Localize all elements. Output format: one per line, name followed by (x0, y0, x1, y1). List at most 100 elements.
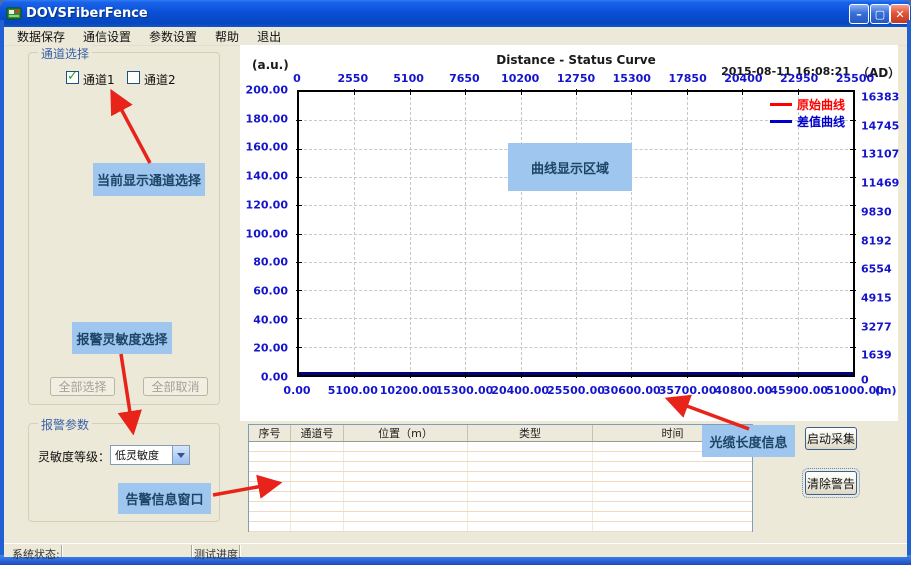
table-row[interactable] (249, 442, 752, 452)
tick-mark (354, 89, 355, 95)
left-axis-tick: 120.00 (246, 198, 288, 211)
table-row[interactable] (249, 502, 752, 512)
minimize-button[interactable]: – (849, 4, 869, 24)
table-row[interactable] (249, 492, 752, 502)
start-acquisition-button[interactable]: 启动采集 (805, 427, 857, 450)
clear-alarm-button[interactable]: 清除警告 (805, 471, 857, 495)
right-axis-tick: 16383 (861, 91, 899, 104)
left-axis-tick: 40.00 (253, 313, 288, 326)
maximize-button[interactable]: ▢ (870, 4, 890, 24)
alarm-info-table[interactable]: 序号通道号位置（m）类型时间 (248, 424, 753, 532)
tick-mark (354, 372, 355, 378)
gridline-vertical (631, 92, 632, 375)
table-cell (593, 492, 752, 501)
tick-mark (850, 262, 856, 263)
table-row[interactable] (249, 522, 752, 532)
tick-mark (576, 89, 577, 95)
sensitivity-value: 低灵敏度 (111, 447, 172, 463)
test-progress-label: 测试进度: (194, 546, 242, 562)
table-cell (291, 522, 344, 531)
table-header-cell: 位置（m） (344, 425, 468, 441)
window-border-right (907, 20, 911, 557)
table-cell (249, 452, 291, 461)
tick-mark (296, 262, 302, 263)
bottom-axis-tick: 5100.00 (328, 384, 378, 397)
table-header-cell: 通道号 (291, 425, 344, 441)
left-axis-tick: 160.00 (246, 141, 288, 154)
menu-item-exit[interactable]: 退出 (248, 26, 290, 47)
table-cell (468, 512, 593, 521)
sensitivity-label: 灵敏度等级： (38, 448, 110, 465)
table-row[interactable] (249, 462, 752, 472)
bottom-axis-tick: 51000.00 (826, 384, 884, 397)
table-row[interactable] (249, 482, 752, 492)
statusbar-separator (61, 545, 62, 557)
left-axis-tick: 60.00 (253, 284, 288, 297)
table-row[interactable] (249, 472, 752, 482)
left-axis: 200.00180.00160.00140.00120.00100.0080.0… (240, 90, 292, 377)
table-row[interactable] (249, 452, 752, 462)
table-cell (291, 462, 344, 471)
menu-item-comm-settings[interactable]: 通信设置 (74, 26, 140, 47)
tick-mark (465, 89, 466, 95)
right-axis-tick: 6554 (861, 263, 892, 276)
tick-mark (631, 89, 632, 95)
application-window: DOVSFiberFence – ▢ ✕ 数据保存 通信设置 参数设置 帮助 退… (0, 0, 911, 565)
chevron-down-icon[interactable] (172, 446, 189, 464)
left-axis-tick: 100.00 (246, 227, 288, 240)
table-cell (344, 512, 468, 521)
window-title: DOVSFiberFence (26, 6, 148, 21)
menu-item-param-settings[interactable]: 参数设置 (140, 26, 206, 47)
left-axis-tick: 140.00 (246, 170, 288, 183)
table-cell (291, 452, 344, 461)
table-row[interactable] (249, 512, 752, 522)
right-axis-tick: 3277 (861, 320, 892, 333)
table-cell (468, 502, 593, 511)
table-cell (249, 492, 291, 501)
table-cell (468, 482, 593, 491)
bottom-axis-tick: 20400.00 (491, 384, 549, 397)
menu-item-help[interactable]: 帮助 (206, 26, 248, 47)
top-axis-tick: 10200 (501, 72, 539, 85)
table-cell (344, 492, 468, 501)
tick-mark (850, 205, 856, 206)
tick-mark (798, 372, 799, 378)
app-icon (6, 5, 22, 21)
table-header-row: 序号通道号位置（m）类型时间 (249, 425, 752, 442)
legend-label: 差值曲线 (797, 113, 845, 130)
tick-mark (521, 89, 522, 95)
channel2-checkbox[interactable] (127, 71, 140, 84)
annotation-cable-length: 光缆长度信息 (702, 425, 795, 457)
tick-mark (410, 89, 411, 95)
cancel-all-button[interactable]: 全部取消 (143, 377, 208, 396)
gridline-vertical (687, 92, 688, 375)
table-cell (468, 462, 593, 471)
channel2-label[interactable]: 通道2 (144, 71, 176, 88)
tick-mark (687, 89, 688, 95)
right-axis: 1638314745131071146998308192655449153277… (861, 90, 905, 377)
table-cell (249, 512, 291, 521)
top-axis-tick: 20400 (724, 72, 762, 85)
table-cell (468, 442, 593, 451)
tick-mark (850, 177, 856, 178)
table-cell (249, 462, 291, 471)
left-axis-tick: 200.00 (246, 84, 288, 97)
select-all-button[interactable]: 全部选择 (50, 377, 115, 396)
tick-mark (850, 234, 856, 235)
top-axis: 0255051007650102001275015300178502040022… (297, 72, 855, 86)
table-cell (291, 482, 344, 491)
menu-item-data-save[interactable]: 数据保存 (8, 26, 74, 47)
bottom-axis-tick: 25500.00 (547, 384, 605, 397)
channel1-checkbox[interactable]: ✓ (66, 71, 79, 84)
title-bar[interactable]: DOVSFiberFence – ▢ ✕ (0, 0, 911, 27)
sensitivity-dropdown[interactable]: 低灵敏度 (110, 445, 190, 465)
annotation-alarm-window: 告警信息窗口 (118, 483, 211, 514)
table-cell (468, 452, 593, 461)
table-cell (249, 442, 291, 451)
bottom-axis: (m) 0.005100.0010200.0015300.0020400.002… (297, 384, 855, 398)
channel1-label[interactable]: 通道1 (83, 71, 115, 88)
bottom-axis-tick: 45900.00 (770, 384, 828, 397)
plot-area[interactable]: 原始曲线差值曲线 (297, 90, 855, 377)
right-axis-tick: 9830 (861, 205, 892, 218)
tick-mark (742, 89, 743, 95)
